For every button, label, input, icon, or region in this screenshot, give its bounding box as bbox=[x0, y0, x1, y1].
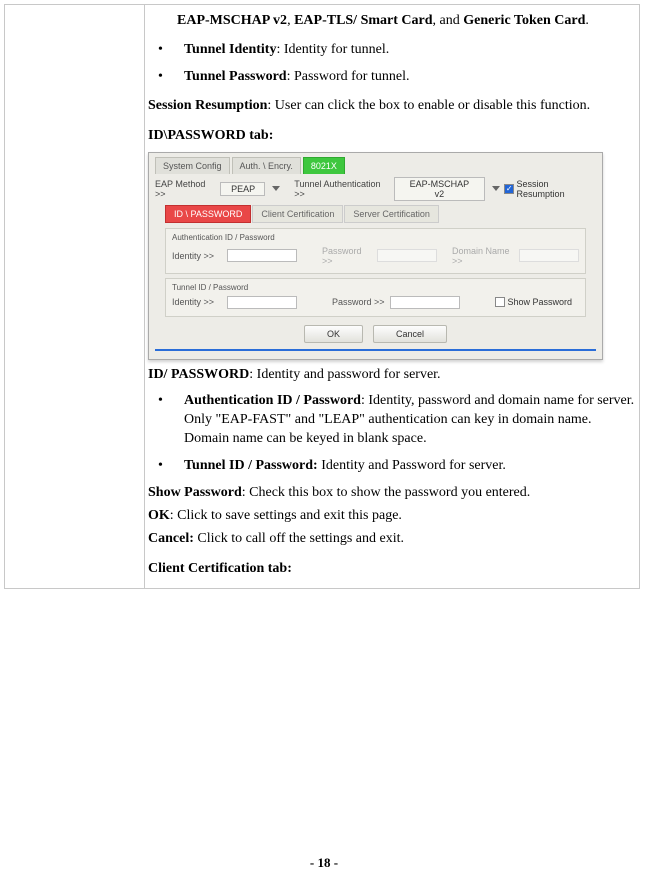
bullet-bold: Tunnel ID / Password: bbox=[184, 458, 318, 473]
session-resumption-label: Session Resumption bbox=[517, 179, 596, 199]
subtab-id-password[interactable]: ID \ PASSWORD bbox=[165, 205, 251, 223]
tunnel-auth-label: Tunnel Authentication >> bbox=[294, 179, 390, 199]
client-cert-heading: Client Certification tab: bbox=[148, 561, 636, 577]
chevron-down-icon[interactable] bbox=[492, 186, 500, 191]
eap-method-label: EAP Method >> bbox=[155, 179, 216, 199]
cancel-button[interactable]: Cancel bbox=[373, 325, 447, 343]
tab-system-config[interactable]: System Config bbox=[155, 157, 230, 174]
identity-input[interactable] bbox=[227, 249, 297, 262]
bullet-rest: : Identity for tunnel. bbox=[276, 42, 389, 57]
show-pw-rest: : Check this box to show the password yo… bbox=[242, 485, 531, 500]
tunnel-auth-select[interactable]: EAP-MSCHAP v2 bbox=[394, 177, 485, 201]
list-item: Tunnel Identity: Identity for tunnel. bbox=[148, 41, 636, 60]
eap-method-row: EAP Method >> PEAP Tunnel Authentication… bbox=[155, 177, 596, 201]
sub-tabs-row: ID \ PASSWORD Client Certification Serve… bbox=[165, 205, 596, 223]
list-item: Tunnel ID / Password: Identity and Passw… bbox=[148, 457, 636, 476]
tab-auth-encry[interactable]: Auth. \ Encry. bbox=[232, 157, 301, 174]
intro-tail: . bbox=[585, 13, 589, 28]
cancel-desc-para: Cancel: Click to call off the settings a… bbox=[148, 530, 636, 549]
subtab-client-cert[interactable]: Client Certification bbox=[252, 205, 343, 223]
tunnel-field-row: Identity >> Password >> Show Password bbox=[172, 296, 579, 309]
checkbox-icon[interactable] bbox=[495, 297, 505, 307]
tunnel-id-pw-group: Tunnel ID / Password Identity >> Passwor… bbox=[165, 278, 586, 317]
intro-b1: EAP-MSCHAP v2 bbox=[177, 13, 287, 28]
subtab-server-cert[interactable]: Server Certification bbox=[344, 205, 439, 223]
list-item: Authentication ID / Password: Identity, … bbox=[148, 392, 636, 449]
bullet-bold: Tunnel Password bbox=[184, 69, 287, 84]
auth-group-title: Authentication ID / Password bbox=[172, 233, 579, 242]
tunnel-identity-label: Identity >> bbox=[172, 297, 222, 307]
intro-b3: Generic Token Card bbox=[463, 13, 585, 28]
ok-desc-para: OK: Click to save settings and exit this… bbox=[148, 507, 636, 526]
auth-field-row: Identity >> Password >> Domain Name >> bbox=[172, 246, 579, 266]
top-tabs-row: System Config Auth. \ Encry. 8021X bbox=[155, 157, 596, 174]
idpw-tab-heading: ID\PASSWORD tab: bbox=[148, 128, 636, 144]
ok-button[interactable]: OK bbox=[304, 325, 363, 343]
ok-bold: OK bbox=[148, 508, 170, 523]
dialog-button-row: OK Cancel bbox=[155, 325, 596, 343]
idpw-screenshot: System Config Auth. \ Encry. 8021X EAP M… bbox=[148, 152, 603, 360]
sr-bold: Session Resumption bbox=[148, 98, 267, 113]
bullet-rest: Identity and Password for server. bbox=[318, 458, 506, 473]
bullet-rest: : Password for tunnel. bbox=[287, 69, 410, 84]
session-resumption-para: Session Resumption: User can click the b… bbox=[148, 97, 636, 116]
top-bullet-list: Tunnel Identity: Identity for tunnel. Tu… bbox=[148, 41, 636, 87]
idpw-desc-para: ID/ PASSWORD: Identity and password for … bbox=[148, 366, 636, 385]
checkbox-icon[interactable] bbox=[504, 184, 514, 194]
password-input-dim bbox=[377, 249, 437, 262]
intro-sep1: , bbox=[287, 13, 294, 28]
list-item: Tunnel Password: Password for tunnel. bbox=[148, 68, 636, 87]
show-password-label: Show Password bbox=[508, 297, 573, 307]
tunnel-password-input[interactable] bbox=[390, 296, 460, 309]
ok-rest: : Click to save settings and exit this p… bbox=[170, 508, 402, 523]
idpw-bold: ID/ PASSWORD bbox=[148, 367, 249, 382]
sr-rest: : User can click the box to enable or di… bbox=[267, 98, 590, 113]
identity-label: Identity >> bbox=[172, 251, 222, 261]
tunnel-identity-input[interactable] bbox=[227, 296, 297, 309]
auth-id-pw-group: Authentication ID / Password Identity >>… bbox=[165, 228, 586, 274]
content-table: EAP-MSCHAP v2, EAP-TLS/ Smart Card, and … bbox=[4, 4, 640, 589]
tunnel-group-title: Tunnel ID / Password bbox=[172, 283, 579, 292]
show-password-toggle[interactable]: Show Password bbox=[495, 297, 573, 307]
password-label-dim: Password >> bbox=[322, 246, 372, 266]
screenshot-bottom-rule bbox=[155, 349, 596, 351]
eap-method-select[interactable]: PEAP bbox=[220, 182, 265, 196]
intro-b2: EAP-TLS/ Smart Card bbox=[294, 13, 432, 28]
bullet-bold: Authentication ID / Password bbox=[184, 393, 361, 408]
mid-bullet-list: Authentication ID / Password: Identity, … bbox=[148, 392, 636, 476]
session-resumption-toggle[interactable]: Session Resumption bbox=[504, 179, 596, 199]
intro-line: EAP-MSCHAP v2, EAP-TLS/ Smart Card, and … bbox=[148, 12, 636, 31]
left-empty-cell bbox=[5, 5, 145, 589]
domain-input-dim bbox=[519, 249, 579, 262]
show-pw-bold: Show Password bbox=[148, 485, 242, 500]
bullet-bold: Tunnel Identity bbox=[184, 42, 276, 57]
domain-label-dim: Domain Name >> bbox=[452, 246, 514, 266]
right-content-cell: EAP-MSCHAP v2, EAP-TLS/ Smart Card, and … bbox=[145, 5, 640, 589]
tab-8021x[interactable]: 8021X bbox=[303, 157, 345, 174]
idpw-rest: : Identity and password for server. bbox=[249, 367, 440, 382]
cancel-bold: Cancel: bbox=[148, 531, 194, 546]
page-number: - 18 - bbox=[0, 855, 648, 871]
cancel-rest: Click to call off the settings and exit. bbox=[194, 531, 404, 546]
chevron-down-icon[interactable] bbox=[272, 186, 280, 191]
show-pw-para: Show Password: Check this box to show th… bbox=[148, 484, 636, 503]
intro-sep2: , and bbox=[433, 13, 464, 28]
tunnel-password-label: Password >> bbox=[332, 297, 385, 307]
